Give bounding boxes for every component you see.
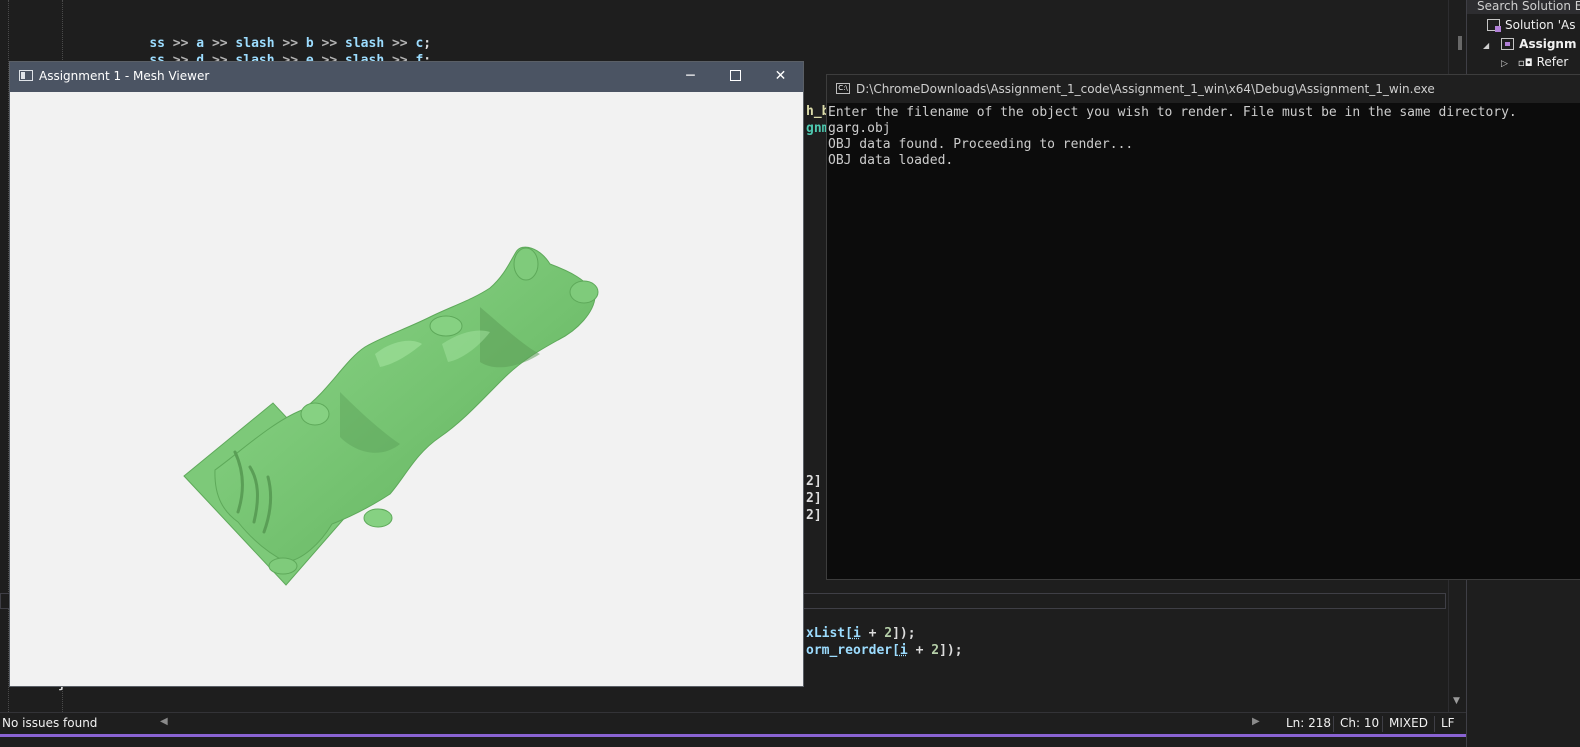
- console-app-icon: C:\: [836, 83, 850, 94]
- solution-search-input[interactable]: Search Solution E: [1467, 0, 1580, 14]
- code-fragment: 2]: [806, 491, 822, 506]
- scroll-right-icon[interactable]: ▶: [1252, 716, 1260, 727]
- solution-icon: [1487, 19, 1501, 32]
- column-indicator[interactable]: Ch: 10: [1333, 716, 1385, 732]
- code-fragment: xList[i + 2]);: [806, 626, 916, 641]
- console-window[interactable]: C:\ D:\ChromeDownloads\Assignment_1_code…: [826, 74, 1580, 580]
- maximize-button[interactable]: [713, 62, 758, 92]
- console-line: OBJ data loaded.: [828, 153, 954, 168]
- mesh-ear: [569, 280, 599, 304]
- console-titlebar[interactable]: C:\ D:\ChromeDownloads\Assignment_1_code…: [827, 75, 1580, 103]
- collapsed-triangle-icon[interactable]: ▷: [1501, 59, 1508, 69]
- mesh-knee: [300, 402, 330, 426]
- references-node[interactable]: ▷ ▫◘ Refer: [1501, 53, 1568, 73]
- console-line: Enter the filename of the object you wis…: [828, 105, 1517, 120]
- console-output[interactable]: Enter the filename of the object you wis…: [828, 105, 1517, 169]
- line-indicator[interactable]: Ln: 218: [1280, 716, 1337, 732]
- mesh-foot: [268, 557, 298, 575]
- maximize-icon: [730, 70, 741, 81]
- solution-node[interactable]: Solution 'As: [1487, 16, 1575, 34]
- code-fragment: 2]: [806, 508, 822, 523]
- close-icon: ✕: [774, 68, 787, 84]
- scroll-down-icon[interactable]: ▼: [1453, 696, 1460, 706]
- mesh-wing: [429, 315, 463, 337]
- scrollbar-thumb[interactable]: [1458, 36, 1462, 50]
- render-canvas[interactable]: [10, 92, 803, 686]
- console-line: OBJ data found. Proceeding to render...: [828, 137, 1134, 152]
- code-fragment: 2]: [806, 474, 822, 489]
- minimize-button[interactable]: ─: [668, 62, 713, 92]
- mesh-viewer-window[interactable]: Assignment 1 - Mesh Viewer ─ ✕: [9, 61, 804, 687]
- expanded-triangle-icon[interactable]: ◢: [1483, 41, 1489, 50]
- indent-mode-indicator[interactable]: MIXED: [1382, 716, 1434, 732]
- console-title: D:\ChromeDownloads\Assignment_1_code\Ass…: [856, 82, 1435, 96]
- console-line: garg.obj: [828, 121, 891, 136]
- gargoyle-mesh: [183, 246, 599, 586]
- mesh-ear: [513, 247, 539, 281]
- close-button[interactable]: ✕: [758, 62, 803, 92]
- status-bar: No issues found ◀ ▶ Ln: 218 Ch: 10 MIXED…: [0, 712, 1466, 735]
- scroll-left-icon[interactable]: ◀: [160, 716, 168, 727]
- window-app-icon: [19, 70, 33, 81]
- code-fragment: orm_reorder[i + 2]);: [806, 643, 963, 658]
- mesh-hip: [363, 508, 393, 528]
- references-icon: ▫◘: [1517, 58, 1533, 69]
- project-node[interactable]: ◢ Assignm: [1483, 35, 1576, 55]
- issues-status[interactable]: No issues found: [2, 716, 97, 730]
- horizontal-scrollbar[interactable]: [174, 718, 1244, 728]
- line-ending-indicator[interactable]: LF: [1434, 716, 1461, 732]
- window-title: Assignment 1 - Mesh Viewer: [39, 69, 210, 83]
- mesh-viewer-titlebar[interactable]: Assignment 1 - Mesh Viewer ─ ✕: [10, 62, 803, 92]
- project-icon: [1501, 38, 1515, 50]
- minimize-icon: ─: [686, 68, 695, 84]
- accent-line: [0, 734, 1466, 737]
